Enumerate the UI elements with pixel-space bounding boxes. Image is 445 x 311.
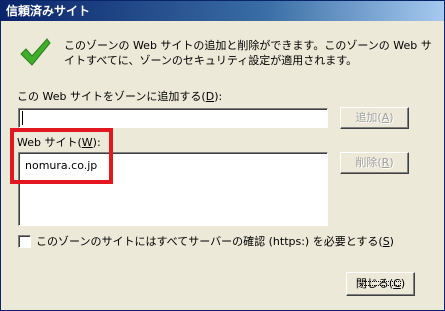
close-button[interactable]: 閉じる(C) [346,272,415,296]
trusted-sites-dialog: 信頼済みサイト このゾーンの Web サイトの追加と削除ができます。このゾーンの… [0,0,445,311]
remove-button[interactable]: 削除(R) [340,152,409,174]
add-site-label: この Web サイトをゾーンに追加する(D): [17,90,223,103]
zone-description: このゾーンの Web サイトの追加と削除ができます。このゾーンの Web サイト… [64,39,432,67]
checkmark-icon [20,38,51,66]
window-title: 信頼済みサイト [6,4,91,18]
https-checkbox[interactable] [18,235,31,248]
close-button-label: 閉じる(C) [355,277,406,290]
add-button[interactable]: 追加(A) [340,107,409,129]
add-site-input[interactable] [18,108,328,128]
text-caret [22,111,23,125]
annotation-highlight-box [10,128,113,184]
https-checkbox-label[interactable]: このゾーンのサイトにはすべてサーバーの確認 (https:) を必要とする(S) [36,235,394,248]
title-bar: 信頼済みサイト [1,1,444,21]
